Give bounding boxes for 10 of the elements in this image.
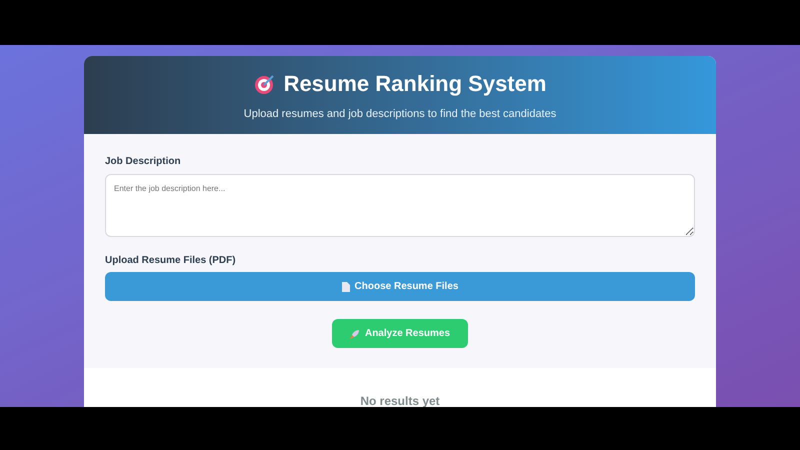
app-subtitle: Upload resumes and job descriptions to find the best candidates	[244, 107, 556, 122]
field-label: Job Description	[105, 155, 182, 169]
app-title: Resume Ranking System	[284, 70, 546, 98]
job-description-field[interactable]: Enter the job description here...	[105, 174, 695, 237]
field-label: Upload Resume Files (PDF)	[105, 254, 237, 268]
choose-files-button[interactable]: Choose Resume Files	[105, 272, 695, 301]
rocket-icon	[350, 328, 360, 338]
document-icon	[342, 282, 350, 292]
target-icon	[254, 72, 276, 95]
analyze-button[interactable]: Analyze Resumes	[332, 319, 468, 348]
